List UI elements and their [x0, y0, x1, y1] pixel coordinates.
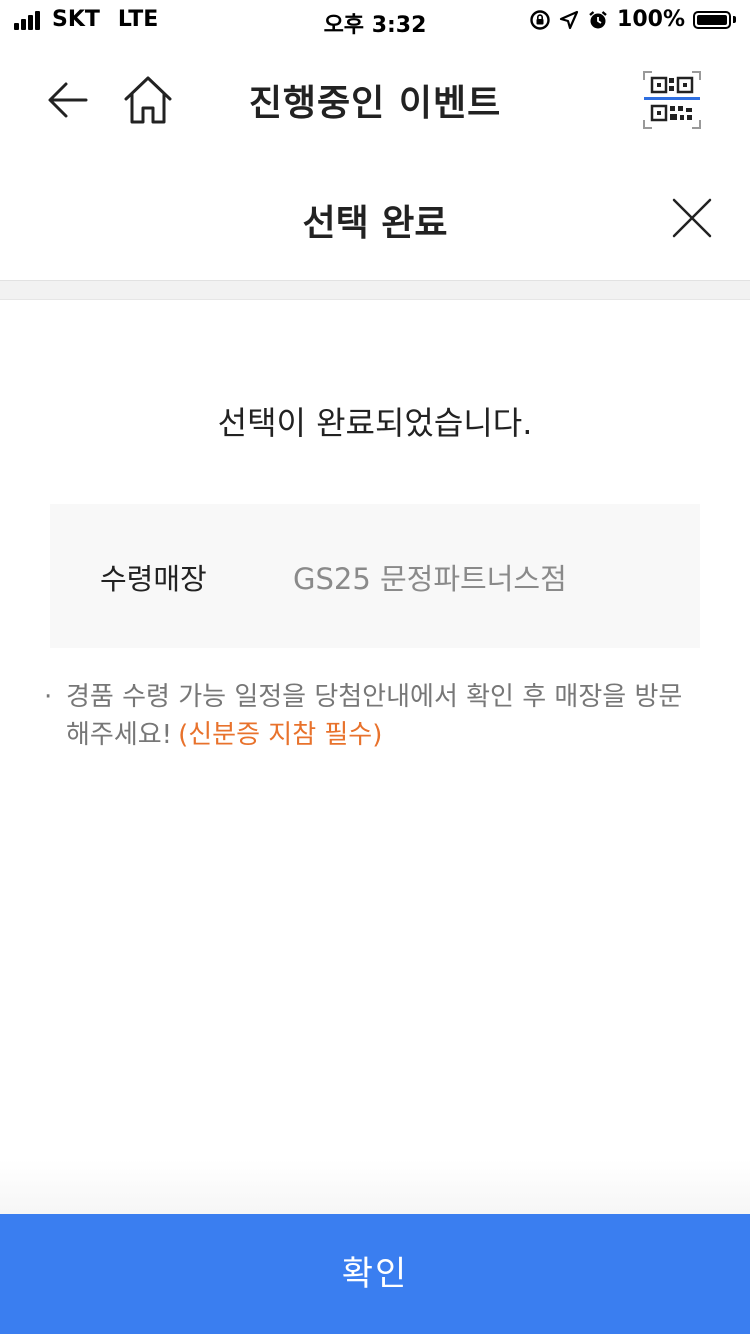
bottom-fade [0, 1160, 750, 1214]
status-right: 100% [529, 7, 736, 32]
qr-code-button[interactable] [642, 70, 702, 130]
notice-highlight: (신분증 지참 필수) [178, 720, 383, 750]
notice: · 경품 수령 가능 일정을 당첨안내에서 확인 후 매장을 방문해주세요! (신… [44, 678, 684, 754]
store-label: 수령매장 [100, 562, 207, 596]
status-bar: SKT LTE 오후 3:32 100% [0, 0, 750, 40]
confirm-button[interactable]: 확인 [0, 1214, 750, 1334]
page-title: 진행중인 이벤트 [248, 83, 502, 124]
battery-icon [693, 10, 736, 29]
modal-title: 선택 완료 [302, 203, 448, 244]
close-button[interactable] [670, 196, 714, 240]
completion-message: 선택이 완료되었습니다. [217, 404, 533, 442]
rotation-lock-icon [529, 9, 551, 31]
close-icon [672, 198, 712, 238]
divider [0, 281, 750, 300]
battery-percent: 100% [617, 7, 685, 32]
qr-code-icon [643, 71, 701, 129]
store-value: GS25 문정파트너스점 [293, 562, 567, 596]
location-icon [559, 10, 579, 30]
store-info-box: 수령매장 GS25 문정파트너스점 [50, 504, 700, 648]
alarm-icon [587, 9, 609, 31]
screen: SKT LTE 오후 3:32 100% 진행중인 이벤트 선택 완료 선택이 … [0, 0, 750, 1334]
notice-bullet: · [44, 682, 53, 712]
modal-header: 선택 완료 [0, 160, 750, 281]
nav-header: 진행중인 이벤트 [0, 48, 750, 148]
notice-text-wrap: 경품 수령 가능 일정을 당첨안내에서 확인 후 매장을 방문해주세요! (신분증… [66, 678, 684, 754]
